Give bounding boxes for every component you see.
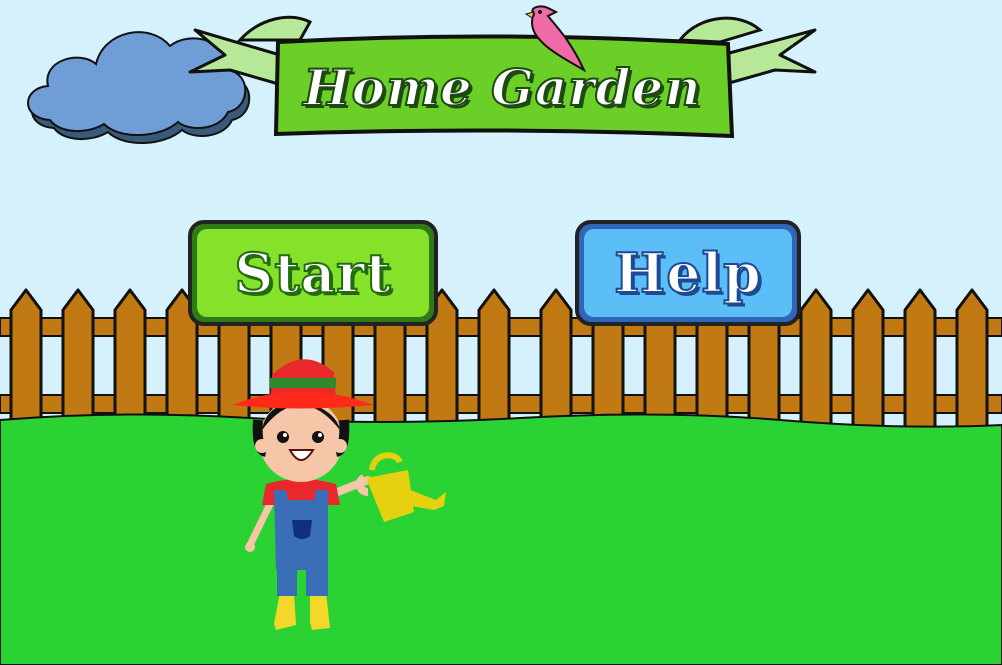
fence-picket: [9, 288, 43, 430]
start-button-label: Start: [233, 240, 392, 306]
start-button[interactable]: Start: [188, 220, 438, 326]
help-button[interactable]: Help: [575, 220, 801, 326]
fence-picket: [113, 288, 147, 430]
fence-picket: [851, 288, 885, 430]
grass: [0, 413, 1002, 665]
fence-picket: [539, 288, 573, 430]
game-scene: Home Garden Start Help: [0, 0, 1002, 665]
game-title: Home Garden: [302, 57, 702, 118]
fence-picket: [799, 288, 833, 430]
fence-picket: [955, 288, 989, 430]
fence-picket: [477, 288, 511, 430]
fence-picket: [61, 288, 95, 430]
help-button-label: Help: [613, 240, 762, 306]
fence-picket: [903, 288, 937, 430]
